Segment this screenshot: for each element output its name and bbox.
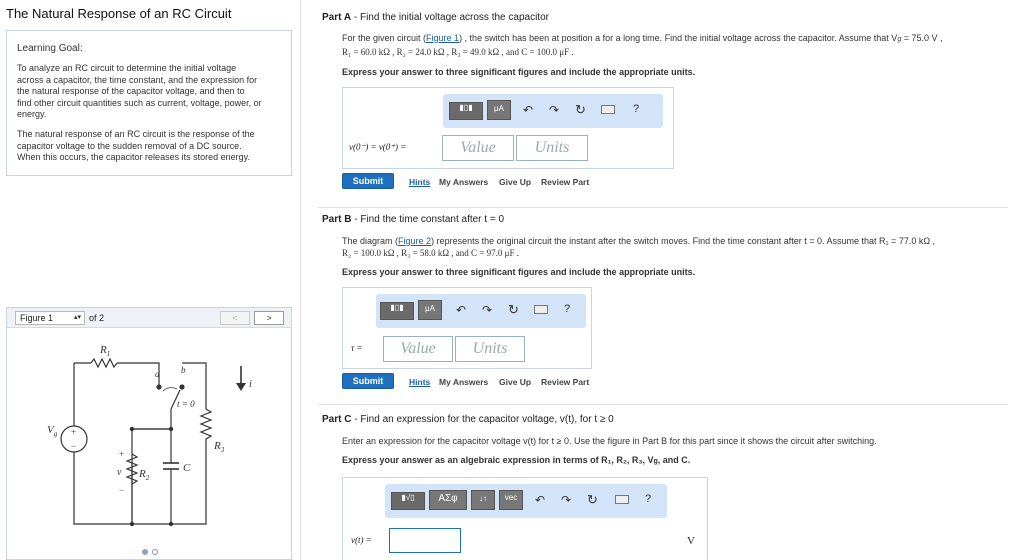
partB-units-input[interactable]: Units — [455, 336, 525, 362]
greek-button[interactable]: ΑΣφ — [429, 490, 467, 510]
figure-next-button[interactable]: > — [254, 311, 284, 325]
partA-review-link[interactable]: Review Part — [541, 177, 589, 187]
r1-label: R1 — [99, 344, 110, 358]
partA-toolbar: ▮▯▮ μA ↶ ↷ ↻ ? — [443, 94, 663, 128]
redo-icon[interactable]: ↷ — [482, 303, 492, 317]
reset-icon[interactable]: ↻ — [575, 102, 586, 118]
node-b-label: b — [181, 365, 186, 375]
redo-icon[interactable]: ↷ — [549, 103, 559, 117]
v-label: v — [117, 467, 122, 478]
figure-prev-button[interactable]: < — [220, 311, 250, 325]
figure-select[interactable]: Figure 1 ▴▾ — [15, 311, 85, 325]
r2-label: R2 — [138, 468, 150, 482]
partB-my-answers-link[interactable]: My Answers — [439, 377, 488, 387]
keyboard-icon[interactable] — [601, 105, 615, 114]
v-plus: + — [119, 449, 124, 459]
redo-icon[interactable]: ↷ — [561, 493, 571, 507]
figure-panel: Figure 1 ▴▾ of 2 < > R1 a b t = 0 Vg + −… — [6, 307, 292, 560]
reset-icon[interactable]: ↻ — [587, 492, 598, 508]
help-icon[interactable]: ? — [633, 103, 639, 115]
partA-give-up-link[interactable]: Give Up — [499, 177, 531, 187]
keyboard-icon[interactable] — [534, 305, 548, 314]
partA-question: For the given circuit (Figure 1) , the s… — [342, 33, 943, 57]
partC-expression-input[interactable] — [389, 528, 461, 553]
partA-submit-button[interactable]: Submit — [342, 173, 394, 189]
partC-title: Part C - Find an expression for the capa… — [322, 414, 614, 425]
learning-goal-heading: Learning Goal: — [17, 43, 83, 54]
undo-icon[interactable]: ↶ — [523, 103, 533, 117]
circuit-diagram: R1 a b t = 0 Vg + − R3 R2 + v − C i — [47, 344, 252, 527]
vector-button[interactable]: vec — [499, 490, 523, 510]
units-button[interactable]: μA — [418, 300, 442, 320]
learning-goal-paragraph-2: The natural response of an RC circuit is… — [17, 129, 255, 162]
partC-toolbar: ▮√▯ ΑΣφ ↓↑ vec ↶ ↷ ↻ ? — [385, 484, 667, 518]
divider — [318, 207, 1008, 208]
source-minus: − — [71, 441, 76, 451]
keyboard-icon[interactable] — [615, 495, 629, 504]
figure-nav-bar: Figure 1 ▴▾ of 2 < > — [7, 308, 291, 328]
partB-submit-button[interactable]: Submit — [342, 373, 394, 389]
v-minus: − — [119, 485, 124, 495]
partA-instruction: Express your answer to three significant… — [342, 67, 696, 77]
partB-figure-link[interactable]: Figure 2 — [398, 236, 431, 246]
partA-eq-label: v(0⁻) = v(0⁺) = — [349, 142, 407, 152]
divider — [318, 404, 1008, 405]
templates-icon[interactable]: ▮√▯ — [391, 492, 425, 510]
partB-value-input[interactable]: Value — [383, 336, 453, 362]
updown-icon: ▴▾ — [73, 314, 81, 321]
learning-goal-box: Learning Goal: To analyze an RC circuit … — [6, 30, 292, 176]
partB-eq-label: τ = — [351, 343, 363, 353]
page-title: The Natural Response of an RC Circuit — [6, 6, 232, 21]
undo-icon[interactable]: ↶ — [456, 303, 466, 317]
vg-label: Vg — [47, 424, 58, 438]
help-icon[interactable]: ? — [645, 493, 651, 505]
figure-pager-dots[interactable] — [141, 548, 161, 556]
templates-icon[interactable]: ▮▯▮ — [449, 102, 483, 120]
partA-hints-link[interactable]: Hints — [409, 177, 430, 187]
partB-question: The diagram (Figure 2) represents the or… — [342, 236, 936, 258]
partB-give-up-link[interactable]: Give Up — [499, 377, 531, 387]
partB-answer-box: ▮▯▮ μA ↶ ↷ ↻ ? τ = Value Units — [342, 287, 592, 369]
partC-instruction: Express your answer as an algebraic expr… — [342, 455, 691, 465]
c-label: C — [183, 462, 191, 474]
partA-answer-box: ▮▯▮ μA ↶ ↷ ↻ ? v(0⁻) = v(0⁺) = Value Uni… — [342, 87, 674, 169]
undo-icon[interactable]: ↶ — [535, 493, 545, 507]
partA-title: Part A - Find the initial voltage across… — [322, 12, 549, 23]
partB-toolbar: ▮▯▮ μA ↶ ↷ ↻ ? — [376, 294, 586, 328]
switch-time-label: t = 0 — [177, 399, 195, 409]
templates-icon[interactable]: ▮▯▮ — [380, 302, 414, 320]
partA-units-input[interactable]: Units — [516, 135, 588, 161]
partB-review-link[interactable]: Review Part — [541, 377, 589, 387]
partC-answer-box: ▮√▯ ΑΣφ ↓↑ vec ↶ ↷ ↻ ? v(t) = V — [342, 477, 708, 560]
partB-hints-link[interactable]: Hints — [409, 377, 430, 387]
figure-count: of 2 — [89, 313, 105, 323]
learning-goal-paragraph-1: To analyze an RC circuit to determine th… — [17, 63, 262, 119]
partC-unit-label: V — [687, 535, 695, 547]
partA-figure-link[interactable]: Figure 1 — [426, 33, 459, 43]
reset-icon[interactable]: ↻ — [508, 302, 519, 318]
node-a-label: a — [155, 369, 160, 379]
partA-my-answers-link[interactable]: My Answers — [439, 177, 488, 187]
partA-value-input[interactable]: Value — [442, 135, 514, 161]
partC-question: Enter an expression for the capacitor vo… — [342, 436, 877, 446]
r3-label: R3 — [213, 440, 225, 454]
partB-title: Part B - Find the time constant after t … — [322, 214, 505, 225]
source-plus: + — [71, 427, 76, 437]
help-icon[interactable]: ? — [564, 303, 570, 315]
partC-eq-label: v(t) = — [351, 535, 372, 545]
arrows-button[interactable]: ↓↑ — [471, 490, 495, 510]
column-divider — [300, 0, 301, 560]
units-button[interactable]: μA — [487, 100, 511, 120]
i-label: i — [249, 379, 252, 390]
partB-instruction: Express your answer to three significant… — [342, 267, 696, 277]
